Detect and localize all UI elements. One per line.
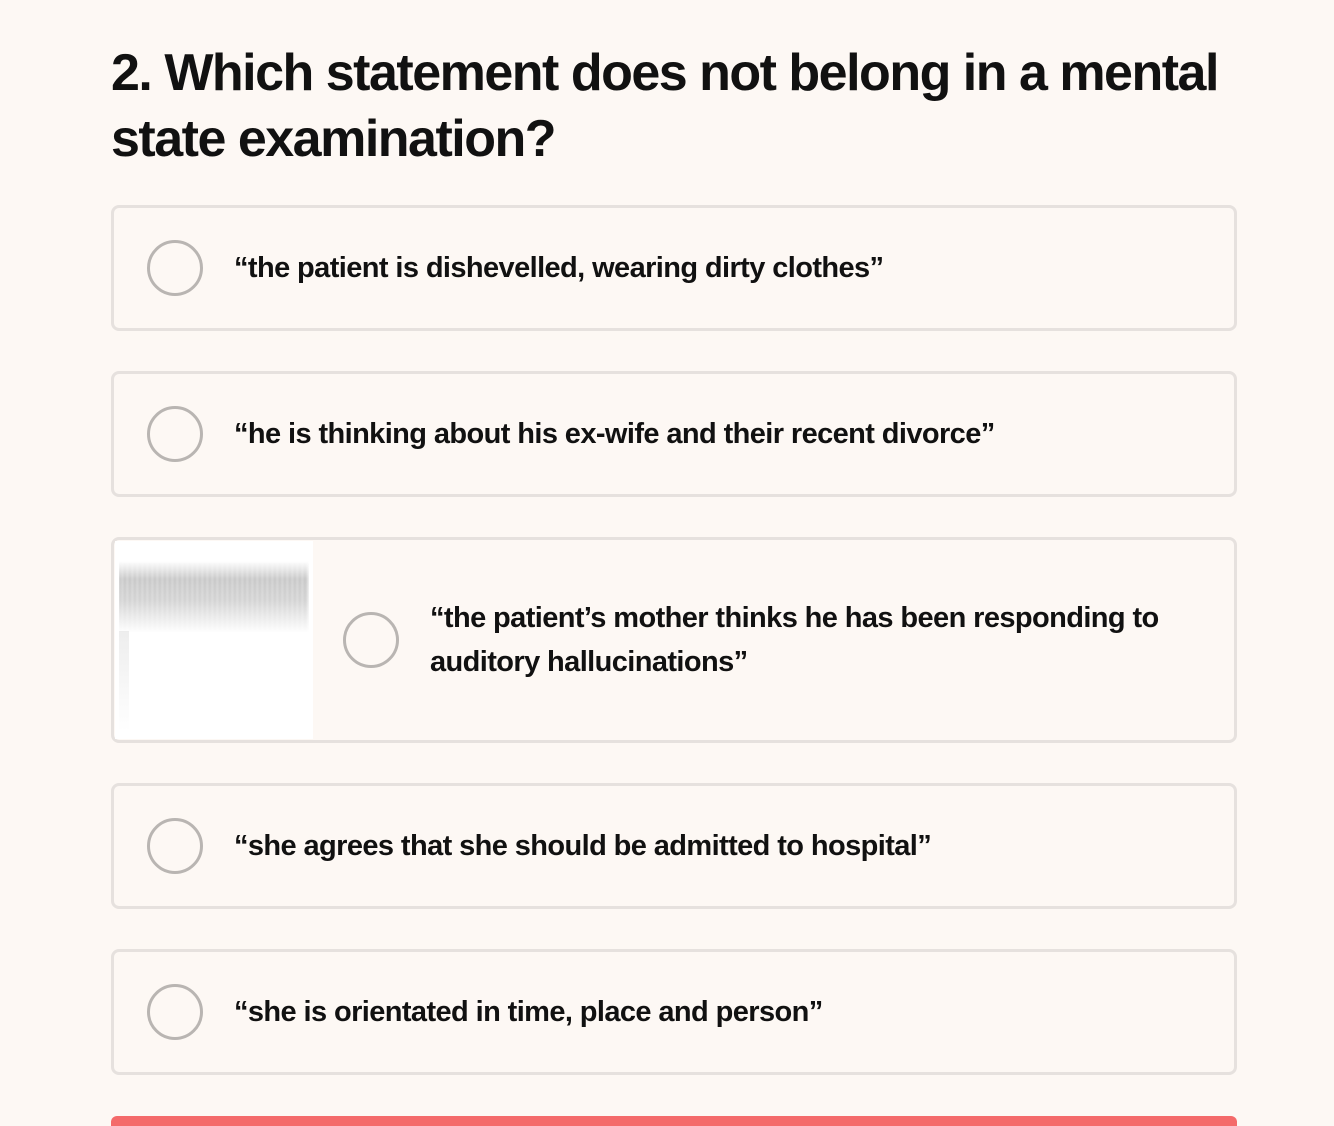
quiz-page: 2. Which statement does not belong in a … (0, 0, 1334, 1126)
answer-option-5[interactable]: “she is orientated in time, place and pe… (111, 949, 1237, 1075)
answer-option-label: “the patient is dishevelled, wearing dir… (234, 252, 884, 284)
answer-option-label: “the patient’s mother thinks he has been… (430, 602, 1159, 678)
option-image (115, 541, 313, 739)
radio-button[interactable] (343, 612, 399, 668)
blurred-image-content (119, 561, 309, 633)
answer-option-1[interactable]: “the patient is dishevelled, wearing dir… (111, 205, 1237, 331)
submit-button[interactable] (111, 1116, 1237, 1126)
radio-button[interactable] (147, 984, 203, 1040)
blurred-image-edge (119, 631, 129, 731)
radio-button[interactable] (147, 240, 203, 296)
radio-button[interactable] (147, 406, 203, 462)
answer-option-label: “he is thinking about his ex-wife and th… (234, 418, 995, 450)
answer-option-3[interactable]: “the patient’s mother thinks he has been… (111, 537, 1237, 743)
radio-button[interactable] (147, 818, 203, 874)
answer-options: “the patient is dishevelled, wearing dir… (111, 205, 1237, 1115)
question-title: 2. Which statement does not belong in a … (111, 44, 1219, 168)
answer-option-label: “she is orientated in time, place and pe… (234, 996, 823, 1028)
answer-option-2[interactable]: “he is thinking about his ex-wife and th… (111, 371, 1237, 497)
answer-option-4[interactable]: “she agrees that she should be admitted … (111, 783, 1237, 909)
answer-option-label: “she agrees that she should be admitted … (234, 830, 932, 862)
